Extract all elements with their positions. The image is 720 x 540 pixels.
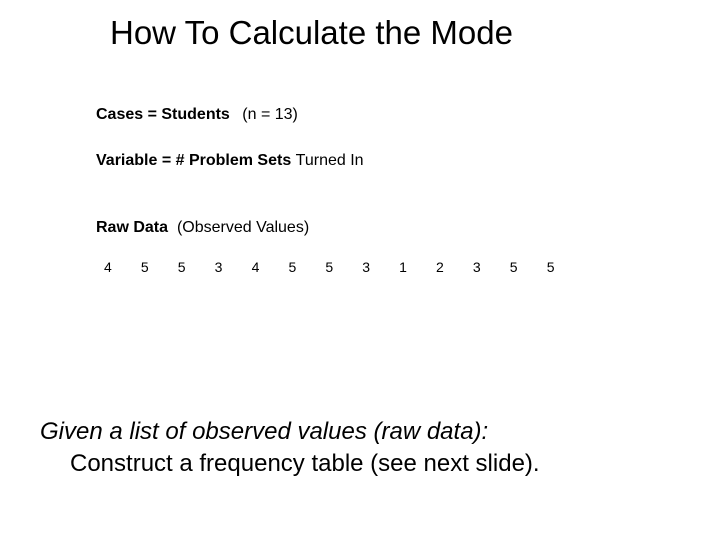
cases-n: (n = 13) <box>242 106 298 123</box>
variable-label: Variable = # Problem Sets <box>96 152 291 169</box>
cases-label: Cases = Students <box>96 106 230 123</box>
raw-value: 1 <box>399 259 432 275</box>
variable-suffix-text: Turned In <box>296 152 364 169</box>
variable-line: Variable = # Problem Sets Turned In <box>96 152 364 170</box>
body-line-2: Construct a frequency table (see next sl… <box>70 450 540 478</box>
raw-value: 5 <box>178 259 211 275</box>
slide-title: How To Calculate the Mode <box>110 14 513 52</box>
raw-value: 5 <box>288 259 321 275</box>
raw-value: 5 <box>325 259 358 275</box>
cases-line: Cases = Students (n = 13) <box>96 106 298 124</box>
rawdata-label: Raw Data <box>96 219 168 236</box>
rawdata-values: 4 5 5 3 4 5 5 3 1 2 3 5 5 <box>104 259 580 275</box>
body-line-1: Given a list of observed values (raw dat… <box>40 418 488 446</box>
raw-value: 4 <box>104 259 137 275</box>
slide: How To Calculate the Mode Cases = Studen… <box>0 0 720 540</box>
raw-value: 5 <box>510 259 543 275</box>
raw-value: 3 <box>473 259 506 275</box>
rawdata-heading: Raw Data (Observed Values) <box>96 219 309 237</box>
rawdata-suffix-text: (Observed Values) <box>177 219 309 236</box>
raw-value: 3 <box>215 259 248 275</box>
raw-value: 4 <box>252 259 285 275</box>
raw-value: 3 <box>362 259 395 275</box>
raw-value: 2 <box>436 259 469 275</box>
raw-value: 5 <box>547 259 580 275</box>
raw-value: 5 <box>141 259 174 275</box>
